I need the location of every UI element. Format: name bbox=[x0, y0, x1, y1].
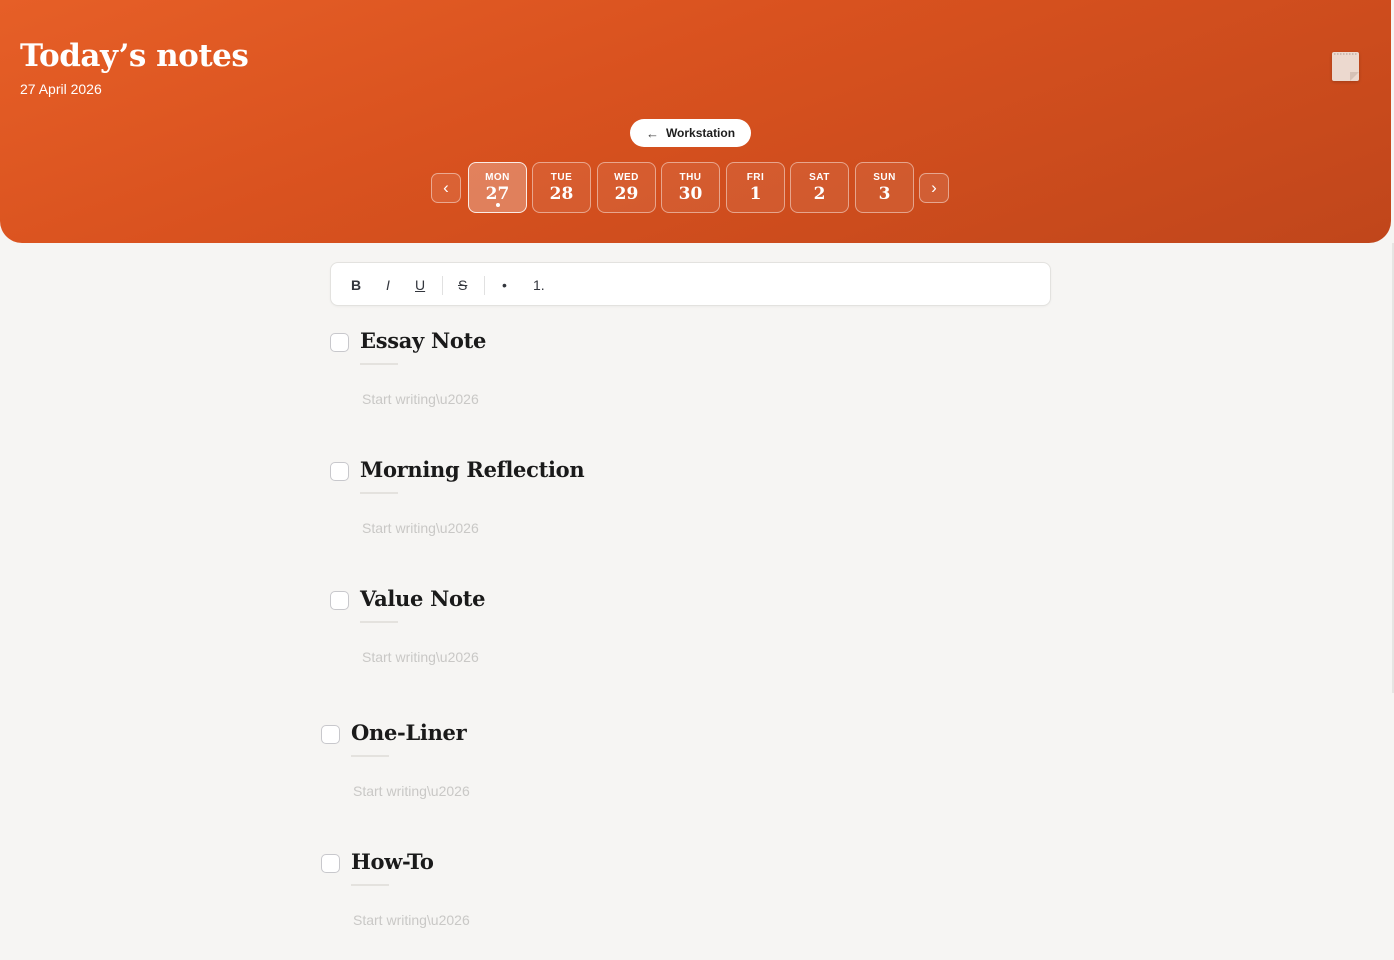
numbered-list-button[interactable]: 1. bbox=[533, 276, 545, 294]
workstation-button[interactable]: ← Workstation bbox=[630, 119, 751, 147]
day-name: WED bbox=[614, 172, 639, 183]
format-toolbar: B I U S • 1. bbox=[330, 262, 1051, 306]
day-tue[interactable]: TUE 28 bbox=[532, 162, 591, 213]
note-title[interactable]: Essay Note bbox=[360, 328, 486, 353]
next-week-button[interactable]: › bbox=[919, 173, 949, 203]
note-body-placeholder[interactable]: Start writing\u2026 bbox=[362, 520, 479, 536]
note-body-placeholder[interactable]: Start writing\u2026 bbox=[362, 649, 479, 665]
note-checkbox[interactable] bbox=[321, 854, 340, 873]
title-underline bbox=[360, 492, 398, 494]
header-banner: Today’s notes 27 April 2026 ← Workstatio… bbox=[0, 0, 1391, 243]
italic-button[interactable]: I bbox=[386, 276, 390, 294]
note-title[interactable]: Value Note bbox=[360, 586, 485, 611]
day-number: 27 bbox=[485, 184, 510, 204]
page-title: Today’s notes bbox=[20, 38, 249, 74]
note-checkbox[interactable] bbox=[330, 591, 349, 610]
note-body-placeholder[interactable]: Start writing\u2026 bbox=[353, 783, 470, 799]
toolbar-divider bbox=[442, 276, 443, 295]
day-number: 3 bbox=[878, 184, 891, 204]
bold-button[interactable]: B bbox=[351, 276, 361, 294]
title-underline bbox=[351, 884, 389, 886]
toolbar-divider bbox=[484, 276, 485, 295]
day-sun[interactable]: SUN 3 bbox=[855, 162, 914, 213]
day-number: 1 bbox=[749, 184, 762, 204]
day-name: MON bbox=[485, 172, 510, 183]
day-number: 28 bbox=[549, 184, 574, 204]
day-name: THU bbox=[679, 172, 702, 183]
note-body-placeholder[interactable]: Start writing\u2026 bbox=[362, 391, 479, 407]
day-number: 2 bbox=[813, 184, 826, 204]
day-number: 29 bbox=[614, 184, 639, 204]
day-mon[interactable]: MON 27 bbox=[468, 162, 527, 213]
strikethrough-button[interactable]: S bbox=[458, 276, 467, 294]
title-underline bbox=[351, 755, 389, 757]
note-title[interactable]: One-Liner bbox=[351, 720, 467, 745]
day-thu[interactable]: THU 30 bbox=[661, 162, 720, 213]
note-title[interactable]: Morning Reflection bbox=[360, 457, 585, 482]
page-date: 27 April 2026 bbox=[20, 81, 102, 97]
day-sat[interactable]: SAT 2 bbox=[790, 162, 849, 213]
underline-button[interactable]: U bbox=[415, 276, 425, 294]
day-name: SUN bbox=[873, 172, 896, 183]
note-title[interactable]: How-To bbox=[351, 849, 434, 874]
day-number: 30 bbox=[678, 184, 703, 204]
bullet-list-button[interactable]: • bbox=[502, 276, 507, 294]
note-checkbox[interactable] bbox=[321, 725, 340, 744]
day-name: SAT bbox=[809, 172, 830, 183]
day-wed[interactable]: WED 29 bbox=[597, 162, 656, 213]
workstation-label: Workstation bbox=[665, 126, 736, 140]
day-fri[interactable]: FRI 1 bbox=[726, 162, 785, 213]
prev-week-button[interactable]: ‹ bbox=[431, 173, 461, 203]
day-name: TUE bbox=[550, 172, 573, 183]
day-name: FRI bbox=[746, 172, 765, 183]
note-body-placeholder[interactable]: Start writing\u2026 bbox=[353, 912, 470, 928]
note-checkbox[interactable] bbox=[330, 333, 349, 352]
today-dot bbox=[496, 203, 500, 207]
title-underline bbox=[360, 621, 398, 623]
notepad-icon[interactable] bbox=[1332, 52, 1359, 81]
back-arrow-icon: ← bbox=[645, 125, 659, 141]
title-underline bbox=[360, 363, 398, 365]
note-checkbox[interactable] bbox=[330, 462, 349, 481]
